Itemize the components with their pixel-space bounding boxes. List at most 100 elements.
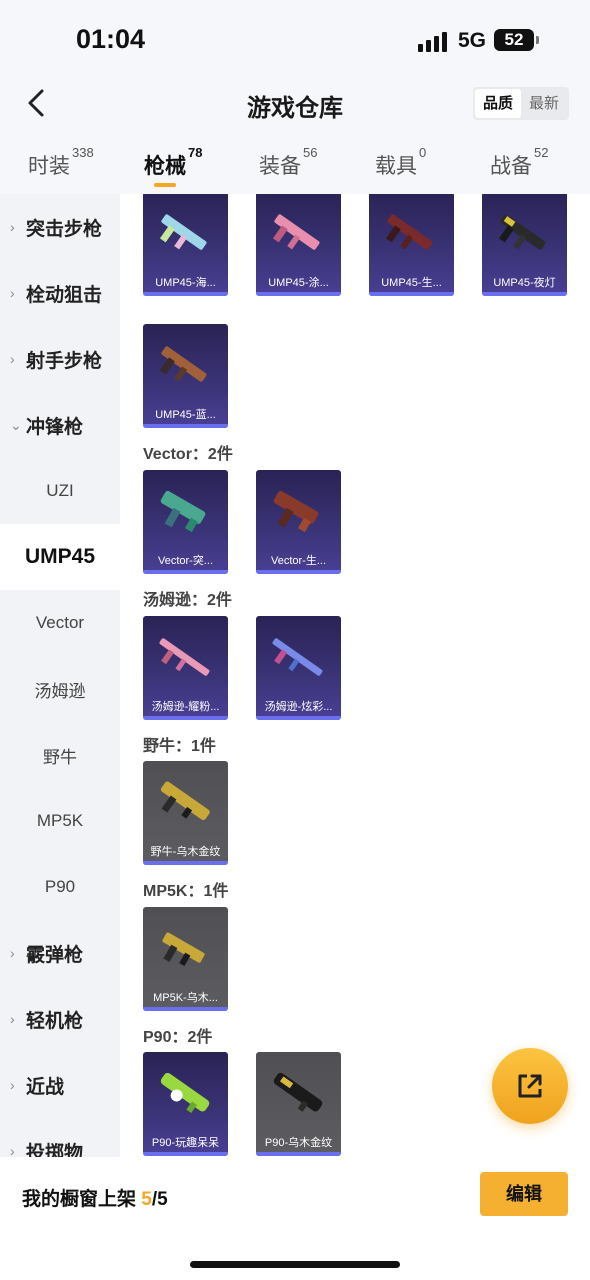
tab-count: 52 bbox=[534, 145, 549, 160]
item-label: UMP45-生... bbox=[381, 277, 442, 289]
item-card[interactable]: Vector-生... bbox=[256, 470, 341, 574]
smg-skin-icon bbox=[273, 490, 319, 533]
smg-skin-icon bbox=[385, 214, 433, 250]
smg-skin-icon bbox=[159, 638, 210, 676]
sidebar-item-label: 射手步枪 bbox=[26, 350, 103, 372]
home-indicator bbox=[190, 1261, 400, 1268]
chevron-right-icon: › bbox=[10, 285, 15, 301]
chevron-down-icon: ⌄ bbox=[10, 416, 22, 433]
item-card[interactable]: 汤姆逊-耀粉... bbox=[143, 616, 228, 720]
header: 游戏仓库 品质 最新 bbox=[0, 78, 590, 130]
tab-fashion[interactable]: 时装338 bbox=[28, 145, 94, 180]
smg-skin-icon bbox=[272, 214, 320, 250]
tab-count: 338 bbox=[72, 145, 94, 160]
item-card[interactable]: UMP45-蓝... bbox=[143, 324, 228, 428]
sidebar-item-label: 霰弹枪 bbox=[26, 944, 84, 966]
category-tabs: 时装338 枪械78 装备56 载具0 战备52 bbox=[0, 130, 590, 194]
item-card[interactable]: 野牛-乌木金纹 bbox=[143, 761, 228, 865]
rarity-bar bbox=[256, 716, 341, 720]
weapon-type-sidebar: › 突击步枪 › 栓动狙击 › 射手步枪 ⌄ 冲锋枪 UZI UMP45 Vector … bbox=[0, 194, 120, 1157]
sidebar-item-p90[interactable]: P90 bbox=[0, 854, 120, 920]
tab-vehicles[interactable]: 载具0 bbox=[375, 145, 426, 180]
sidebar-item-label: 投掷物 bbox=[26, 1142, 84, 1158]
sidebar-item-vector[interactable]: Vector bbox=[0, 590, 120, 656]
item-label: P90-玩趣呆呆 bbox=[151, 1137, 220, 1149]
item-label: Vector-突... bbox=[157, 555, 214, 567]
sort-latest-button[interactable]: 最新 bbox=[521, 89, 567, 118]
status-time: 01:04 bbox=[76, 24, 146, 54]
item-grid: UMP45-海... UMP45-涂... UMP45-生... UMP45-夜… bbox=[120, 194, 590, 1157]
rarity-bar bbox=[143, 861, 228, 865]
active-tab-indicator bbox=[154, 183, 176, 187]
network-type: 5G bbox=[458, 29, 487, 52]
chevron-right-icon: › bbox=[10, 1143, 15, 1157]
chevron-right-icon: › bbox=[10, 1011, 15, 1027]
status-bar: 01:04 5G 52 bbox=[0, 0, 590, 78]
rarity-bar bbox=[143, 1152, 228, 1156]
sidebar-item-melee[interactable]: › 近战 bbox=[0, 1052, 120, 1118]
tab-count: 56 bbox=[303, 145, 318, 160]
chevron-right-icon: › bbox=[10, 1077, 15, 1093]
sidebar-item-uzi[interactable]: UZI bbox=[0, 458, 120, 524]
sidebar-item-thompson[interactable]: 汤姆逊 bbox=[0, 656, 120, 722]
tab-count: 0 bbox=[419, 145, 427, 160]
item-label: 汤姆逊-炫彩... bbox=[264, 701, 333, 713]
smg-skin-icon bbox=[159, 346, 207, 382]
sidebar-item-assault-rifle[interactable]: › 突击步枪 bbox=[0, 194, 120, 260]
item-label: UMP45-海... bbox=[155, 277, 216, 289]
item-card[interactable]: MP5K-乌木... bbox=[143, 907, 228, 1011]
showcase-total: /5 bbox=[151, 1189, 168, 1210]
item-label: Vector-生... bbox=[270, 555, 327, 567]
item-label: MP5K-乌木... bbox=[153, 992, 218, 1004]
share-button[interactable] bbox=[492, 1048, 568, 1124]
sidebar-item-shotgun[interactable]: › 霰弹枪 bbox=[0, 920, 120, 986]
item-card[interactable]: P90-乌木金纹 bbox=[256, 1052, 341, 1156]
sidebar-item-bizon[interactable]: 野牛 bbox=[0, 722, 120, 788]
sidebar-item-label: 冲锋枪 bbox=[26, 416, 84, 438]
item-card[interactable]: UMP45-夜灯 bbox=[482, 194, 567, 296]
smg-skin-icon bbox=[160, 1072, 210, 1114]
item-card[interactable]: Vector-突... bbox=[143, 470, 228, 574]
sidebar-item-smg[interactable]: ⌄ 冲锋枪 bbox=[0, 392, 120, 458]
item-card[interactable]: 汤姆逊-炫彩... bbox=[256, 616, 341, 720]
rarity-bar bbox=[143, 570, 228, 574]
item-label: 汤姆逊-耀粉... bbox=[151, 701, 220, 713]
sort-quality-button[interactable]: 品质 bbox=[475, 89, 521, 118]
rarity-bar bbox=[482, 292, 567, 296]
item-card[interactable]: P90-玩趣呆呆 bbox=[143, 1052, 228, 1156]
tab-equipment[interactable]: 装备56 bbox=[259, 145, 317, 180]
item-label: UMP45-涂... bbox=[268, 277, 329, 289]
sidebar-item-lmg[interactable]: › 轻机枪 bbox=[0, 986, 120, 1052]
sidebar-item-ump45[interactable]: UMP45 bbox=[0, 524, 120, 590]
battery-icon: 52 bbox=[494, 29, 539, 51]
sidebar-item-mp5k[interactable]: MP5K bbox=[0, 788, 120, 854]
rarity-bar bbox=[143, 292, 228, 296]
edit-button[interactable]: 编辑 bbox=[480, 1172, 568, 1216]
chevron-right-icon: › bbox=[10, 945, 15, 961]
tab-label: 枪械 bbox=[144, 155, 186, 178]
rarity-bar bbox=[256, 292, 341, 296]
sidebar-item-throwables[interactable]: › 投掷物 bbox=[0, 1118, 120, 1158]
sidebar-item-marksman-rifle[interactable]: › 射手步枪 bbox=[0, 326, 120, 392]
share-export-icon bbox=[518, 1074, 542, 1098]
item-card[interactable]: UMP45-生... bbox=[369, 194, 454, 296]
sidebar-item-bolt-sniper[interactable]: › 栓动狙击 bbox=[0, 260, 120, 326]
smg-skin-icon bbox=[162, 932, 205, 966]
item-card[interactable]: UMP45-海... bbox=[143, 194, 228, 296]
tab-count: 78 bbox=[188, 145, 203, 160]
smg-skin-icon bbox=[272, 638, 323, 676]
rarity-bar bbox=[369, 292, 454, 296]
tab-label: 战备 bbox=[490, 155, 532, 178]
rarity-bar bbox=[143, 424, 228, 428]
item-card[interactable]: UMP45-涂... bbox=[256, 194, 341, 296]
item-label: UMP45-蓝... bbox=[155, 409, 216, 421]
tab-supplies[interactable]: 战备52 bbox=[490, 145, 548, 180]
showcase-label: 我的橱窗上架 bbox=[22, 1189, 137, 1210]
smg-skin-icon bbox=[498, 214, 546, 250]
sidebar-item-label: 近战 bbox=[26, 1076, 65, 1098]
chevron-right-icon: › bbox=[10, 219, 15, 235]
section-title-thompson: 汤姆逊：2件 bbox=[143, 592, 232, 609]
tab-guns[interactable]: 枪械78 bbox=[144, 145, 202, 180]
section-title-bizon: 野牛：1件 bbox=[143, 738, 216, 755]
section-title-p90: P90：2件 bbox=[143, 1029, 213, 1046]
